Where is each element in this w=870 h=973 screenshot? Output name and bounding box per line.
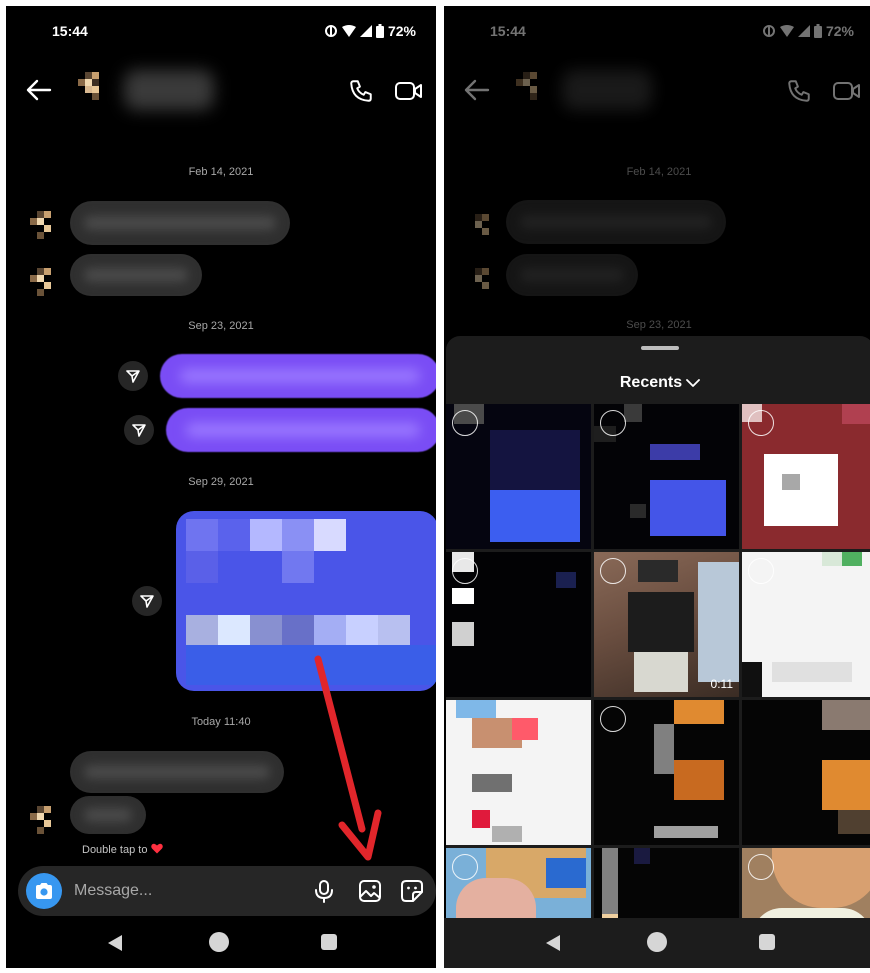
select-circle[interactable] (748, 854, 774, 880)
select-circle[interactable] (748, 410, 774, 436)
gallery-icon[interactable] (358, 879, 382, 903)
data-saver-icon (324, 25, 337, 37)
status-bar: 15:44 72% (6, 6, 436, 56)
sheet-drag-handle[interactable] (641, 346, 679, 350)
contact-avatar[interactable] (76, 72, 104, 100)
battery-icon (375, 24, 384, 38)
double-tap-hint-text: Double tap to (82, 844, 148, 856)
media-thumbnail[interactable] (594, 848, 739, 918)
select-circle[interactable] (452, 558, 478, 584)
date-separator: Sep 29, 2021 (188, 476, 254, 488)
media-thumbnail[interactable] (446, 404, 591, 549)
media-thumbnail[interactable]: 0:11 (594, 552, 739, 697)
share-button[interactable] (124, 415, 154, 445)
contact-avatar (28, 806, 56, 834)
recents-label: Recents (619, 374, 683, 391)
select-circle[interactable] (600, 410, 626, 436)
recents-dropdown[interactable]: Recents (446, 374, 870, 392)
video-camera-icon[interactable] (394, 78, 424, 104)
annotation-arrow (314, 655, 382, 861)
media-thumbnail[interactable] (742, 848, 870, 918)
back-arrow-icon[interactable] (24, 76, 54, 104)
nav-back-icon[interactable] (544, 934, 562, 952)
media-thumbnail[interactable] (446, 700, 591, 845)
signal-icon (359, 25, 372, 37)
media-thumbnail[interactable] (742, 404, 870, 549)
sticker-icon[interactable] (400, 879, 424, 903)
contact-name-redacted[interactable] (124, 70, 214, 110)
contact-avatar (28, 211, 56, 239)
battery-percent: 72% (387, 23, 416, 39)
sent-message-redacted[interactable] (166, 408, 436, 452)
nav-recents-button[interactable] (759, 934, 775, 950)
share-icon (126, 370, 140, 383)
received-message-redacted[interactable] (70, 796, 146, 834)
select-circle[interactable] (600, 558, 626, 584)
camera-button[interactable] (26, 873, 62, 909)
nav-home-button[interactable] (647, 932, 667, 952)
backdrop-dim[interactable] (444, 6, 870, 336)
media-thumbnail[interactable] (594, 700, 739, 845)
date-separator: Feb 14, 2021 (188, 166, 254, 178)
select-circle[interactable] (600, 706, 626, 732)
select-circle[interactable] (452, 854, 478, 880)
received-message-redacted[interactable] (70, 751, 284, 793)
nav-recents-button[interactable] (321, 934, 337, 950)
chat-header (6, 64, 436, 114)
status-icons: 72% (324, 23, 416, 39)
select-circle[interactable] (748, 558, 774, 584)
received-message-redacted[interactable] (70, 201, 290, 245)
share-button[interactable] (132, 586, 162, 616)
wifi-icon (341, 25, 356, 37)
android-nav-bar (444, 918, 870, 968)
nav-back-icon[interactable] (106, 934, 124, 952)
media-thumbnail[interactable] (446, 552, 591, 697)
contact-avatar (28, 268, 56, 296)
share-icon (132, 424, 146, 437)
double-tap-hint: Double tap to (82, 843, 163, 856)
media-thumbnail[interactable] (594, 404, 739, 549)
message-composer (18, 866, 436, 916)
android-nav-bar (6, 918, 436, 968)
select-circle[interactable] (452, 410, 478, 436)
media-thumbnail[interactable] (742, 700, 870, 845)
chat-screen-with-gallery: 15:44 72% Feb 14, 2021 (444, 6, 870, 968)
status-time: 15:44 (52, 23, 88, 39)
media-thumbnail[interactable] (742, 552, 870, 697)
chat-screen: 15:44 72% Feb 14, 2021 Sep 23, 2021 Sep … (6, 6, 436, 968)
media-thumbnail[interactable] (446, 848, 591, 918)
microphone-icon[interactable] (313, 879, 335, 903)
sent-message-redacted[interactable] (160, 354, 436, 398)
heart-icon (150, 843, 163, 854)
date-separator: Sep 23, 2021 (188, 320, 254, 332)
gallery-sheet: Recents 0:11 (446, 336, 870, 918)
nav-home-button[interactable] (209, 932, 229, 952)
received-message-redacted[interactable] (70, 254, 202, 296)
chevron-down-icon (686, 378, 701, 387)
message-input[interactable] (74, 879, 274, 903)
share-button[interactable] (118, 361, 148, 391)
camera-icon (36, 883, 52, 899)
video-duration: 0:11 (710, 677, 733, 691)
phone-icon[interactable] (348, 78, 374, 104)
share-icon (140, 595, 154, 608)
